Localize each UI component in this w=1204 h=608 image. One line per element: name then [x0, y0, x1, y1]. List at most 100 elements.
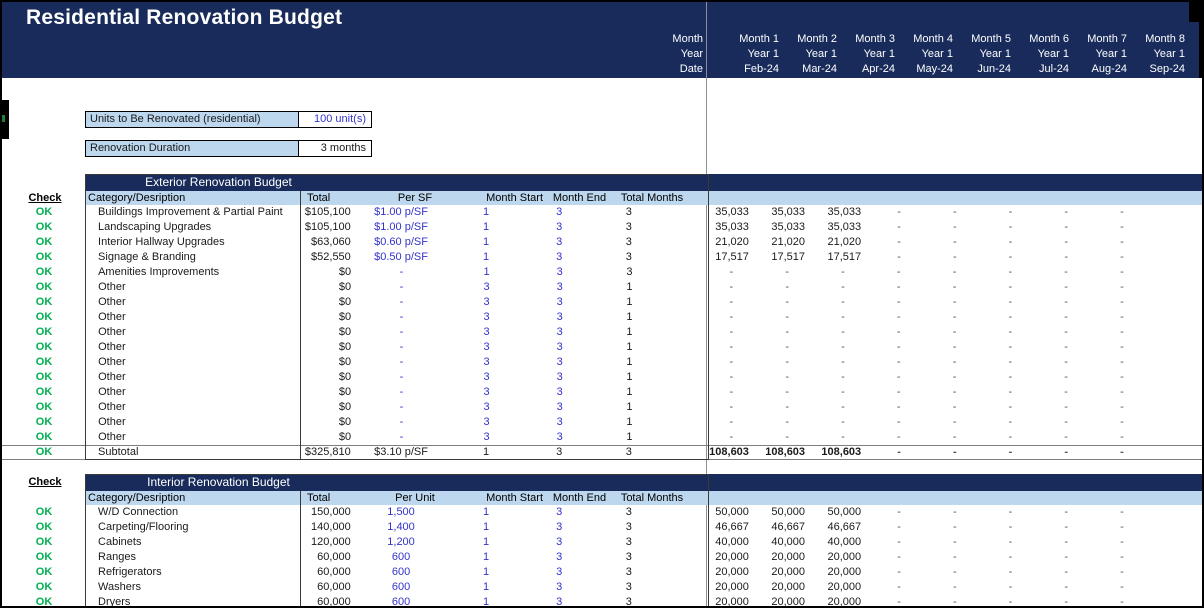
month-value-cell[interactable] [1150, 220, 1204, 235]
category-cell[interactable]: Other [83, 430, 290, 445]
per-cell[interactable]: $0.50 p/SF [358, 250, 444, 265]
check-cell[interactable]: OK [20, 550, 68, 565]
month-value-cell[interactable]: - [759, 325, 815, 340]
month-value-cell[interactable]: - [983, 595, 1039, 608]
month-value-cell[interactable]: - [927, 280, 983, 295]
month-value-cell[interactable] [1150, 325, 1204, 340]
month-value-cell[interactable]: - [703, 325, 759, 340]
month-value-cell[interactable] [1150, 355, 1204, 370]
month-start-cell[interactable]: 1 [444, 595, 528, 608]
month-value-cell[interactable] [1150, 415, 1204, 430]
category-cell[interactable]: Cabinets [83, 535, 290, 550]
month-value-cell[interactable]: - [1094, 535, 1150, 550]
total-cell[interactable]: $0 [291, 265, 359, 280]
month-value-cell[interactable]: - [983, 580, 1039, 595]
month-value-cell[interactable]: - [815, 415, 871, 430]
total-months-cell[interactable]: 3 [590, 446, 667, 459]
month-value-cell[interactable]: - [983, 235, 1039, 250]
month-value-cell[interactable]: - [1038, 250, 1094, 265]
month-value-cell[interactable]: - [759, 400, 815, 415]
month-value-cell[interactable] [1150, 430, 1204, 445]
month-value-cell[interactable]: - [871, 415, 927, 430]
month-value-cell[interactable]: 21,020 [815, 235, 871, 250]
check-cell[interactable]: OK [20, 520, 68, 535]
month-value-cell[interactable]: - [1038, 340, 1094, 355]
month-end-cell[interactable]: 3 [528, 430, 591, 445]
month-end-cell[interactable]: 3 [528, 310, 591, 325]
month-value-cell[interactable] [1150, 310, 1204, 325]
total-cell[interactable]: $0 [291, 430, 359, 445]
category-cell[interactable]: Other [83, 340, 290, 355]
total-months-cell[interactable]: 3 [590, 505, 667, 520]
month-value-cell[interactable]: - [815, 280, 871, 295]
month-value-cell[interactable]: - [1094, 295, 1150, 310]
month-value-cell[interactable]: 50,000 [703, 505, 759, 520]
total-months-cell[interactable]: 3 [590, 220, 667, 235]
month-start-cell[interactable]: 3 [445, 415, 529, 430]
month-start-cell[interactable]: 3 [445, 310, 529, 325]
total-cell[interactable]: $0 [291, 340, 359, 355]
month-end-cell[interactable]: 3 [528, 415, 591, 430]
month-value-cell[interactable]: 108,603 [815, 446, 871, 459]
month-value-cell[interactable]: - [982, 295, 1038, 310]
month-end-cell[interactable]: 3 [528, 340, 591, 355]
total-months-cell[interactable]: 3 [591, 265, 668, 280]
month-value-cell[interactable]: - [982, 265, 1038, 280]
total-months-cell[interactable]: 3 [590, 565, 667, 580]
category-cell[interactable]: Other [83, 400, 290, 415]
month-value-cell[interactable]: - [1038, 520, 1094, 535]
month-value-cell[interactable]: - [871, 310, 927, 325]
month-value-cell[interactable]: - [871, 595, 927, 608]
month-value-cell[interactable]: 35,033 [759, 220, 815, 235]
month-value-cell[interactable]: - [927, 430, 983, 445]
month-start-cell[interactable]: 1 [444, 580, 528, 595]
month-value-cell[interactable]: - [703, 385, 759, 400]
check-cell[interactable]: OK [20, 595, 68, 608]
total-cell[interactable]: 60,000 [290, 595, 358, 608]
total-cell[interactable]: $52,550 [290, 250, 358, 265]
month-value-cell[interactable]: - [871, 340, 927, 355]
month-value-cell[interactable]: - [927, 550, 983, 565]
check-cell[interactable]: OK [20, 415, 68, 430]
month-value-cell[interactable]: 35,033 [703, 205, 759, 220]
month-start-cell[interactable]: 3 [445, 430, 529, 445]
month-value-cell[interactable]: - [815, 340, 871, 355]
per-cell[interactable]: - [358, 265, 445, 280]
check-cell[interactable]: OK [20, 340, 68, 355]
month-value-cell[interactable]: - [871, 550, 927, 565]
month-value-cell[interactable]: 108,603 [703, 446, 759, 459]
check-cell[interactable]: OK [20, 565, 68, 580]
check-cell[interactable]: OK [20, 265, 68, 280]
month-value-cell[interactable]: - [1094, 370, 1150, 385]
month-value-cell[interactable] [1150, 580, 1204, 595]
month-start-cell[interactable]: 1 [444, 235, 528, 250]
category-cell[interactable]: Other [83, 325, 290, 340]
category-cell[interactable]: Other [83, 385, 290, 400]
month-value-cell[interactable]: - [927, 310, 983, 325]
month-value-cell[interactable]: - [871, 430, 927, 445]
month-end-cell[interactable]: 3 [528, 595, 590, 608]
month-start-cell[interactable]: 3 [445, 370, 529, 385]
month-value-cell[interactable]: - [927, 580, 983, 595]
month-value-cell[interactable]: - [815, 310, 871, 325]
month-value-cell[interactable]: - [983, 565, 1039, 580]
month-header-column[interactable]: Month 3Year 1Apr-24 [843, 32, 901, 77]
month-end-cell[interactable]: 3 [528, 550, 590, 565]
month-value-cell[interactable]: - [703, 430, 759, 445]
month-value-cell[interactable]: - [871, 400, 927, 415]
total-cell[interactable]: 140,000 [290, 520, 358, 535]
month-value-cell[interactable]: - [927, 250, 983, 265]
month-value-cell[interactable]: - [1038, 355, 1094, 370]
month-value-cell[interactable]: - [1038, 295, 1094, 310]
month-value-cell[interactable]: - [1094, 520, 1150, 535]
month-value-cell[interactable]: 21,020 [759, 235, 815, 250]
month-value-cell[interactable]: - [1038, 446, 1094, 459]
month-value-cell[interactable]: - [1094, 340, 1150, 355]
category-cell[interactable]: Refrigerators [83, 565, 290, 580]
month-value-cell[interactable]: - [815, 325, 871, 340]
total-cell[interactable]: $0 [291, 355, 359, 370]
month-value-cell[interactable]: - [759, 385, 815, 400]
category-cell[interactable]: Other [83, 355, 290, 370]
month-value-cell[interactable]: - [927, 220, 983, 235]
check-cell[interactable]: OK [20, 535, 68, 550]
